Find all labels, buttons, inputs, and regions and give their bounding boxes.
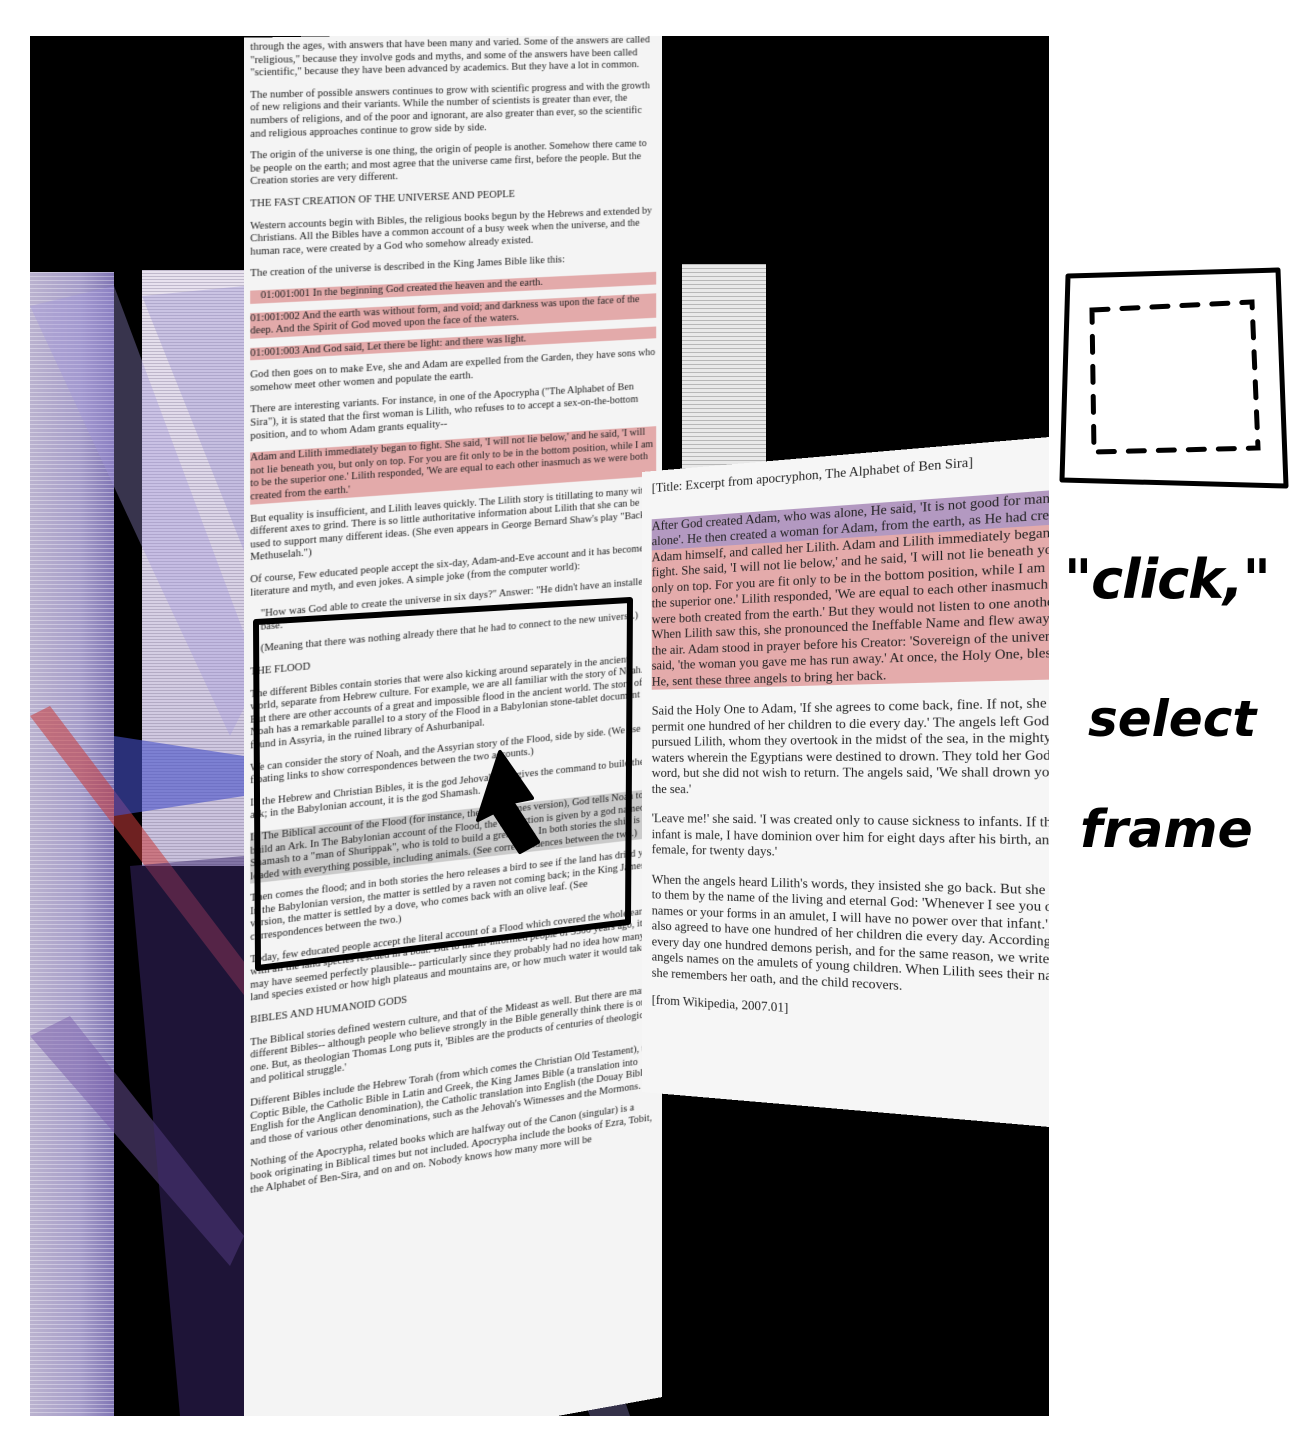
frame-dashed-icon [1092, 302, 1258, 452]
main-document-page[interactable]: through the ages, with answers that have… [244, 36, 662, 1416]
3d-document-space[interactable]: through the ages, with answers that have… [30, 36, 1049, 1416]
frame-outline-icon [1062, 270, 1286, 486]
link-beam [114, 736, 244, 816]
doc-paragraph: The origin of the universe is one thing,… [250, 138, 656, 189]
source-paragraph: 'Leave me!' she said. 'I was created onl… [652, 811, 1049, 867]
annotation-frame: frame [1080, 800, 1253, 860]
annotation-select: select [1088, 690, 1256, 748]
doc-paragraph: The number of possible answers continues… [250, 80, 656, 141]
doc-paragraph: Western accounts begin with Bibles, the … [250, 205, 656, 259]
source-paragraph: Said the Holy One to Adam, 'If she agree… [652, 694, 1049, 799]
annotation-click: "click," [1064, 548, 1270, 611]
doc-paragraph: through the ages, with answers that have… [250, 36, 656, 80]
source-transclusion-paragraph[interactable]: After God created Adam, who was alone, H… [652, 487, 1049, 690]
source-document-page[interactable]: [Title: Excerpt from apocryphon, The Alp… [642, 433, 1049, 1132]
source-paragraph: When the angels heard Lilith's words, th… [652, 872, 1049, 1005]
